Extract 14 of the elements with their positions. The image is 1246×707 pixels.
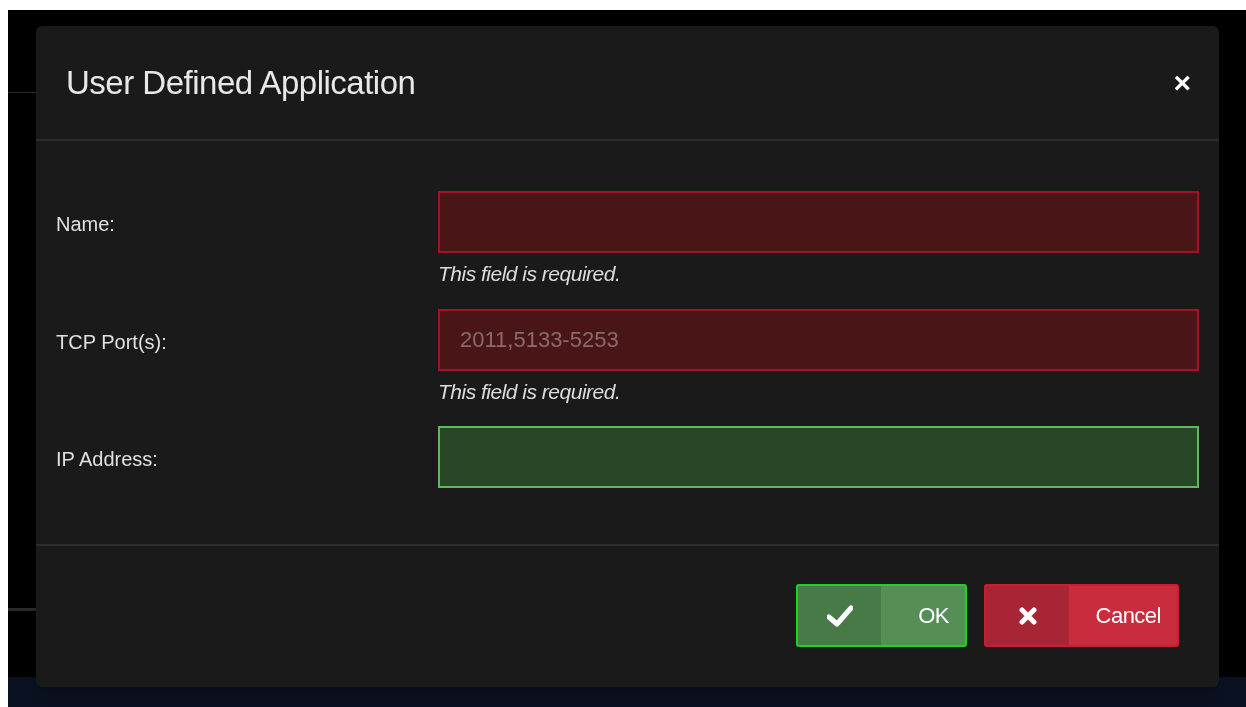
dialog-title: User Defined Application: [66, 62, 416, 103]
close-icon: [1018, 606, 1037, 625]
input-field[interactable]: [438, 191, 1199, 253]
input-field[interactable]: 2011,5133-5253: [438, 308, 1199, 371]
field-label: IP Address:: [56, 447, 159, 473]
field-label: Name:: [56, 212, 116, 237]
input-field[interactable]: [438, 426, 1199, 489]
error-message: This field is required.: [438, 378, 621, 405]
close-button[interactable]: ×: [1173, 67, 1191, 98]
ok-button[interactable]: OK: [796, 584, 967, 647]
check-icon: [826, 604, 853, 627]
error-message: This field is required.: [438, 261, 621, 287]
cancel-button[interactable]: Cancel: [984, 584, 1179, 647]
field-label: TCP Port(s):: [56, 329, 168, 355]
